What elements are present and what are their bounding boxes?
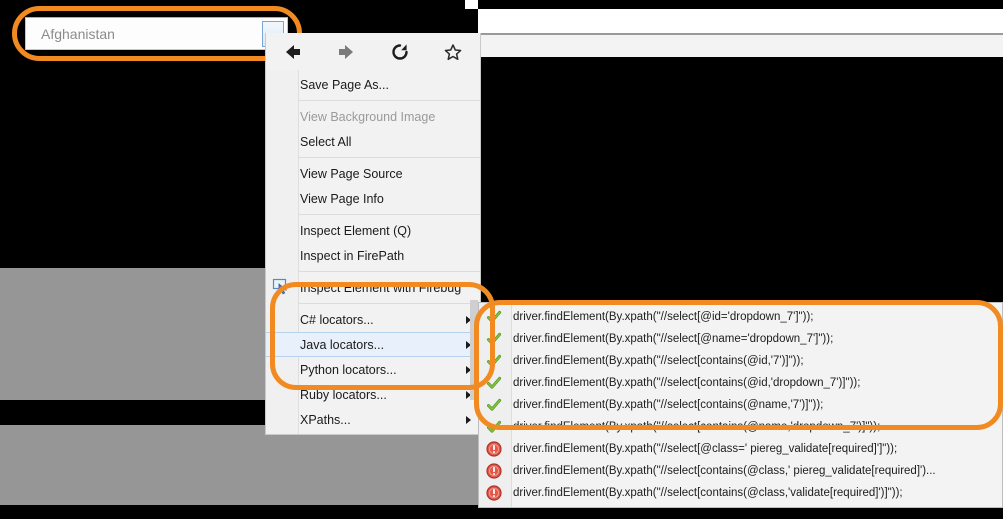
menu-item-label: View Page Source [300, 166, 403, 181]
menu-item-select-all[interactable]: Select All [266, 129, 480, 154]
submenu-item-xpath-contains-id-dropdown[interactable]: driver.findElement(By.xpath("//select[co… [479, 372, 1002, 394]
submenu-item-code: driver.findElement(By.xpath("//select[co… [513, 399, 824, 411]
error-icon [486, 485, 502, 501]
menu-item-inspect-in-firepath[interactable]: Inspect in FirePath [266, 243, 480, 268]
submenu-item-code: driver.findElement(By.xpath("//select[@c… [513, 443, 898, 455]
check-icon [486, 375, 502, 391]
menu-item-label: Inspect Element (Q) [300, 223, 412, 238]
menu-item-python-locators[interactable]: Python locators... [266, 357, 480, 382]
menu-item-label: Inspect in FirePath [300, 248, 405, 263]
page-background-band-left [0, 268, 290, 400]
star-icon[interactable] [427, 33, 481, 70]
menu-item-ruby-locators[interactable]: Ruby locators... [266, 382, 480, 407]
menu-item-label: Inspect Element with Firebug [300, 280, 462, 295]
country-dropdown-value: Afghanistan [41, 25, 115, 42]
page-content-light-strip [478, 35, 1003, 57]
submenu-item-code: driver.findElement(By.xpath("//select[@i… [513, 311, 814, 323]
submenu-item-xpath-contains-name-7[interactable]: driver.findElement(By.xpath("//select[co… [479, 394, 1002, 416]
menu-separator [299, 271, 480, 272]
page-content-corner [465, 0, 478, 9]
menu-separator [299, 214, 480, 215]
submenu-item-xpath-contains-name-dropdown[interactable]: driver.findElement(By.xpath("//select[co… [479, 416, 1002, 438]
submenu-item-code: driver.findElement(By.xpath("//select[co… [513, 487, 903, 499]
menu-separator [299, 303, 480, 304]
forward-button[interactable] [320, 33, 374, 70]
submenu-item-code: driver.findElement(By.xpath("//select[co… [513, 355, 804, 367]
submenu-item-code: driver.findElement(By.xpath("//select[co… [513, 377, 861, 389]
reload-button[interactable] [373, 33, 427, 70]
firebug-icon [272, 278, 290, 296]
menu-item-label: Java locators... [300, 337, 385, 352]
java-locators-submenu: driver.findElement(By.xpath("//select[@i… [478, 302, 1003, 508]
submenu-item-xpath-contains-id-7[interactable]: driver.findElement(By.xpath("//select[co… [479, 350, 1002, 372]
page-content-white-strip [478, 9, 1003, 33]
menu-separator [299, 157, 480, 158]
context-menu-scrollbar[interactable] [470, 300, 478, 400]
menu-separator [299, 100, 480, 101]
submenu-item-xpath-class-equals[interactable]: driver.findElement(By.xpath("//select[@c… [479, 438, 1002, 460]
submenu-item-code: driver.findElement(By.xpath("//select[co… [513, 421, 881, 433]
menu-item-xpaths[interactable]: XPaths... [266, 407, 480, 432]
submenu-item-xpath-id[interactable]: driver.findElement(By.xpath("//select[@i… [479, 306, 1002, 328]
menu-item-csharp-locators[interactable]: C# locators... [266, 307, 480, 332]
check-icon [486, 309, 502, 325]
check-icon [486, 353, 502, 369]
menu-item-label: Save Page As... [300, 77, 389, 92]
firefox-context-menu: Save Page As... View Background Image Se… [265, 70, 481, 435]
menu-item-label: Ruby locators... [300, 387, 387, 402]
menu-item-inspect-element[interactable]: Inspect Element (Q) [266, 218, 480, 243]
menu-item-label: C# locators... [300, 312, 374, 327]
menu-item-view-background-image: View Background Image [266, 104, 480, 129]
submenu-item-xpath-name[interactable]: driver.findElement(By.xpath("//select[@n… [479, 328, 1002, 350]
menu-item-view-page-info[interactable]: View Page Info [266, 186, 480, 211]
submenu-item-code: driver.findElement(By.xpath("//select[@n… [513, 333, 834, 345]
error-icon [486, 441, 502, 457]
country-dropdown[interactable]: Afghanistan [25, 17, 288, 50]
menu-item-label: Python locators... [300, 362, 397, 377]
submenu-item-xpath-class-contains-validate[interactable]: driver.findElement(By.xpath("//select[co… [479, 482, 1002, 504]
menu-item-inspect-element-with-firebug[interactable]: Inspect Element with Firebug [266, 275, 480, 300]
check-icon [486, 331, 502, 347]
error-icon [486, 463, 502, 479]
menu-item-label: View Background Image [300, 109, 436, 124]
menu-item-java-locators[interactable]: Java locators... [266, 332, 480, 357]
check-icon [486, 419, 502, 435]
menu-item-label: View Page Info [300, 191, 384, 206]
browser-toolbar [265, 33, 481, 70]
submenu-item-xpath-class-contains-piereg[interactable]: driver.findElement(By.xpath("//select[co… [479, 460, 1002, 482]
check-icon [486, 397, 502, 413]
menu-item-view-page-source[interactable]: View Page Source [266, 161, 480, 186]
chevron-right-icon [466, 415, 471, 424]
menu-item-label: Select All [300, 134, 352, 149]
submenu-item-code: driver.findElement(By.xpath("//select[co… [513, 465, 936, 477]
menu-item-save-page-as[interactable]: Save Page As... [266, 72, 480, 97]
menu-item-label: XPaths... [300, 412, 351, 427]
back-button[interactable] [266, 33, 320, 70]
